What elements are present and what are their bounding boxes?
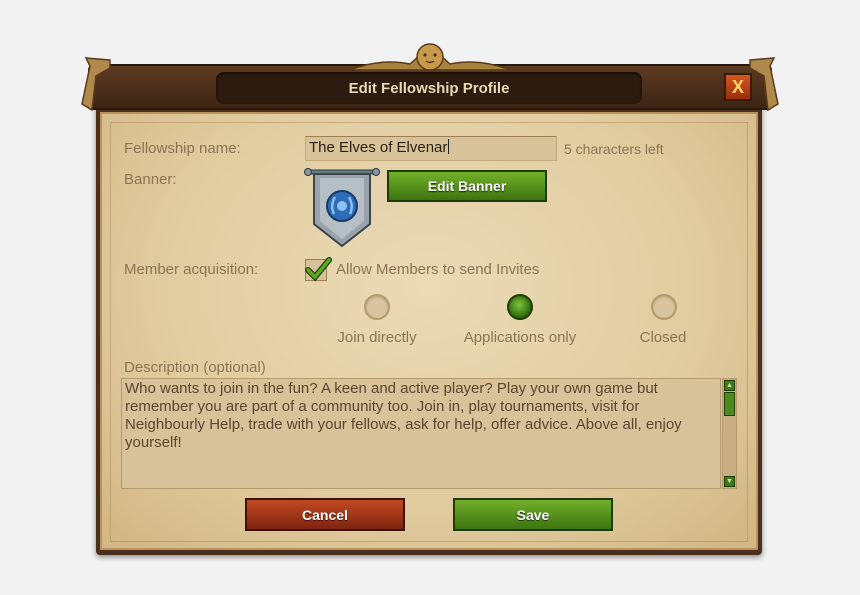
laurel-wreath-banner-icon[interactable]	[304, 166, 380, 250]
characters-left-counter: 5 characters left	[564, 141, 664, 157]
close-button[interactable]: X	[724, 73, 752, 101]
edit-banner-button[interactable]: Edit Banner	[387, 170, 547, 202]
left-corner-ornament	[81, 57, 111, 112]
radio-closed[interactable]	[651, 294, 677, 320]
description-scrollbar[interactable]: ▲ ▼	[722, 378, 737, 489]
description-textarea[interactable]: Who wants to join in the fun? A keen and…	[121, 378, 721, 489]
scroll-up-arrow-icon[interactable]: ▲	[724, 380, 735, 391]
applications-only-label: Applications only	[463, 329, 577, 346]
join-directly-label: Join directly	[337, 329, 417, 346]
fellowship-name-value: The Elves of Elvenar	[309, 139, 448, 156]
scroll-down-arrow-icon[interactable]: ▼	[724, 476, 735, 487]
dialog-title: Edit Fellowship Profile	[216, 72, 642, 104]
radio-applications-only[interactable]	[507, 294, 533, 320]
cancel-button[interactable]: Cancel	[245, 498, 405, 531]
closed-label: Closed	[639, 329, 687, 346]
scroll-thumb[interactable]	[724, 392, 735, 416]
banner-label: Banner:	[124, 171, 177, 188]
lion-crest-icon	[349, 43, 511, 71]
fellowship-name-label: Fellowship name:	[124, 140, 241, 157]
allow-invites-checkbox[interactable]	[305, 257, 332, 282]
member-acquisition-label: Member acquisition:	[124, 261, 259, 278]
allow-invites-label: Allow Members to send Invites	[336, 261, 540, 278]
text-caret	[448, 139, 450, 154]
save-button[interactable]: Save	[453, 498, 613, 531]
radio-join-directly[interactable]	[364, 294, 390, 320]
checkmark-icon	[305, 257, 332, 282]
description-label: Description (optional)	[124, 359, 266, 376]
fellowship-name-input[interactable]: The Elves of Elvenar	[305, 136, 557, 161]
